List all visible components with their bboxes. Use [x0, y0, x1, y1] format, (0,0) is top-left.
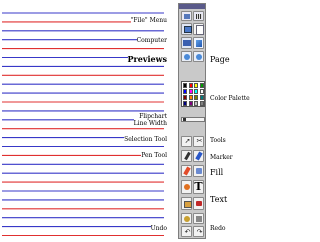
selection-tool-button[interactable]: ➚ — [181, 136, 192, 147]
page-next-button[interactable] — [193, 37, 204, 49]
shapes-tool-button[interactable] — [181, 180, 192, 194]
color-palette-label: Color Palette — [210, 95, 250, 102]
text-tool-icon: T — [194, 180, 203, 193]
reveal-tool-button[interactable] — [193, 213, 204, 224]
marker-tool-button[interactable] — [193, 150, 204, 162]
redo-label: Redo — [210, 225, 226, 232]
fill-tool-button[interactable] — [193, 165, 204, 177]
file-menu-icon — [184, 14, 190, 19]
palette-swatch[interactable] — [194, 83, 198, 88]
tools-button[interactable]: ✂ — [193, 136, 204, 147]
previous-page-icon — [184, 54, 190, 60]
pointer-tool-button[interactable] — [181, 213, 192, 224]
undo-icon: ↶ — [184, 228, 191, 236]
computer-icon — [184, 26, 192, 33]
text-tool-button[interactable]: T — [193, 180, 204, 194]
redo-icon: ↷ — [196, 228, 203, 236]
marker-label: Marker — [210, 154, 233, 161]
palette-swatch[interactable] — [194, 101, 198, 106]
selection-tool-label: Selection Tool — [124, 136, 167, 143]
previews-button[interactable] — [181, 37, 192, 49]
highlighter-tool-icon — [183, 166, 191, 176]
previous-page-button[interactable] — [181, 51, 192, 62]
undo-button[interactable]: ↶ — [181, 226, 192, 237]
previews-label: Previews — [127, 54, 167, 64]
palette-swatch[interactable] — [183, 95, 187, 100]
pointer-tool-icon — [184, 216, 190, 222]
undo-label: Undo — [150, 225, 167, 232]
palette-swatch[interactable] — [199, 95, 204, 100]
page-label: Page — [210, 55, 230, 64]
palette-swatch[interactable] — [199, 83, 204, 88]
marker-tool-icon — [195, 151, 203, 161]
palette-swatch[interactable] — [188, 83, 193, 88]
redo-button[interactable]: ↷ — [193, 226, 204, 237]
fill-label: Fill — [210, 168, 224, 177]
grid-icon — [196, 14, 202, 19]
toolbar-menu-button[interactable] — [193, 11, 204, 21]
pen-tool-icon — [184, 151, 191, 161]
page-next-icon — [196, 40, 202, 47]
palette-swatch[interactable] — [188, 101, 193, 106]
line-width-slider[interactable] — [181, 117, 205, 122]
palette-swatch[interactable] — [183, 89, 187, 94]
toolbar-title-bar[interactable] — [179, 4, 205, 9]
pen-tool-label: Pen Tool — [141, 152, 167, 159]
pen-tool-button[interactable] — [181, 150, 192, 162]
tool-toolbar: ➚ ✂ T ↶ ↷ — [178, 3, 206, 239]
previews-icon — [183, 40, 191, 46]
palette-swatch[interactable] — [183, 83, 187, 88]
palette-swatch[interactable] — [199, 101, 204, 106]
tools-icon: ✂ — [196, 137, 203, 145]
reveal-tool-icon — [196, 216, 202, 222]
palette-swatch[interactable] — [188, 95, 193, 100]
camera-tool-icon — [196, 201, 202, 206]
camera-tool-button[interactable] — [193, 197, 204, 210]
file-menu-button[interactable] — [181, 11, 192, 21]
line-width-handle[interactable] — [183, 118, 186, 121]
flipchart-line-width-label: Flipchart Line Width — [133, 113, 167, 127]
computer-button[interactable] — [181, 23, 192, 35]
palette-swatch[interactable] — [183, 101, 187, 106]
fill-tool-icon — [196, 168, 202, 174]
eraser-tool-icon — [184, 201, 192, 208]
palette-swatch[interactable] — [194, 95, 198, 100]
next-page-button[interactable] — [193, 51, 204, 62]
next-page-icon — [196, 54, 202, 60]
shapes-tool-icon — [184, 184, 190, 190]
highlighter-tool-button[interactable] — [181, 165, 192, 177]
selection-tool-icon: ➚ — [184, 137, 191, 145]
eraser-tool-button[interactable] — [181, 197, 192, 210]
color-palette — [181, 81, 205, 107]
palette-swatch[interactable] — [194, 89, 198, 94]
page-icon — [196, 25, 204, 35]
computer-label: Computer — [136, 37, 167, 44]
palette-swatch[interactable] — [188, 89, 193, 94]
tools-label: Tools — [210, 137, 226, 144]
flipchart-page — [2, 12, 164, 237]
palette-swatch[interactable] — [199, 89, 204, 94]
text-label: Text — [210, 195, 228, 204]
file-menu-label: "File" Menu — [130, 17, 167, 24]
page-button[interactable] — [193, 23, 204, 35]
